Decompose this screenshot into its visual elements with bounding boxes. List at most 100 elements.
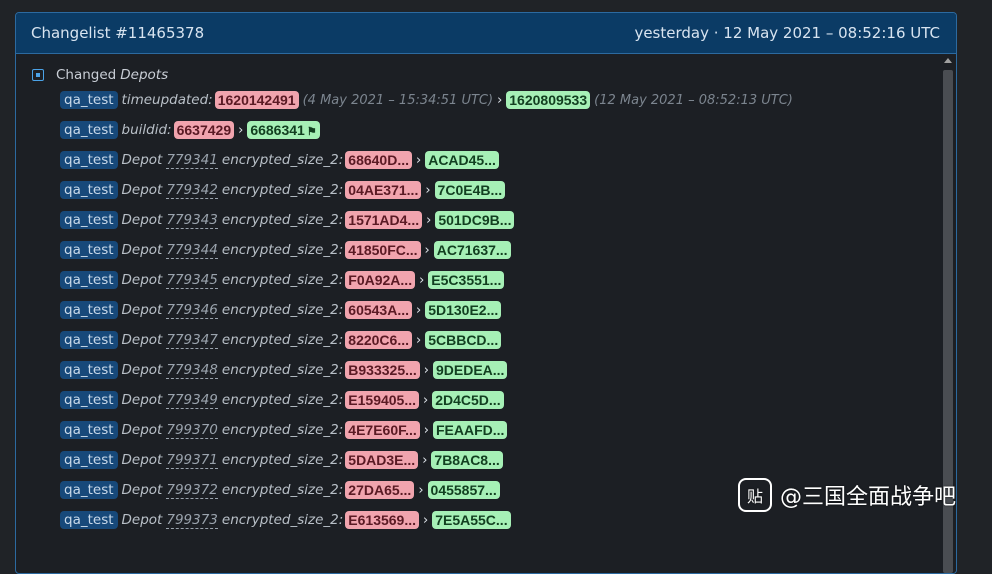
change-key: encrypted_size_2: — [221, 392, 344, 408]
change-key: encrypted_size_2: — [221, 422, 344, 438]
branch-tag: qa_test — [60, 511, 118, 529]
depot-id-link[interactable]: 779349 — [166, 392, 218, 409]
new-value[interactable]: 9DEDEA... — [432, 361, 508, 379]
change-key: encrypted_size_2: — [221, 212, 344, 228]
change-arrow: › — [416, 302, 422, 318]
new-value[interactable]: 501DC9B... — [435, 211, 515, 229]
new-value[interactable]: 6686341 ⚑ — [247, 121, 320, 139]
section-label: Changed — [56, 67, 117, 83]
depot-word: Depot — [121, 512, 163, 528]
old-value[interactable]: 8220C6... — [345, 331, 412, 349]
change-arrow: › — [497, 92, 503, 108]
depot-word: Depot — [121, 422, 163, 438]
branch-tag: qa_test — [60, 271, 118, 289]
scroll-up-icon[interactable] — [944, 58, 952, 63]
new-value[interactable]: E5C3551... — [428, 271, 505, 289]
depot-word: Depot — [121, 302, 163, 318]
change-row-depot: qa_test Depot 779347 encrypted_size_2: 8220C… — [32, 325, 940, 355]
new-value-text: 6686341 — [250, 122, 305, 138]
section-label-em: Depots — [120, 67, 169, 83]
depot-id-link[interactable]: 779341 — [166, 152, 218, 169]
watermark: 贴 @三国全面战争吧 — [738, 478, 956, 512]
branch-tag: qa_test — [60, 181, 118, 199]
flag-icon: ⚑ — [306, 126, 317, 138]
new-value[interactable]: AC71637... — [433, 241, 511, 259]
depot-id-link[interactable]: 779344 — [166, 242, 218, 259]
change-arrow: › — [419, 272, 425, 288]
old-value[interactable]: E159405... — [345, 391, 420, 409]
new-timestamp: (12 May 2021 – 08:52:13 UTC) — [594, 92, 793, 108]
depot-id-link[interactable]: 779346 — [166, 302, 218, 319]
change-row-depot: qa_test Depot 779348 encrypted_size_2: B9333… — [32, 355, 940, 385]
branch-tag: qa_test — [60, 151, 118, 169]
depot-word: Depot — [121, 242, 163, 258]
change-arrow: › — [423, 392, 429, 408]
change-row-depot: qa_test Depot 779349 encrypted_size_2: E1594… — [32, 385, 940, 415]
change-key: encrypted_size_2: — [221, 302, 344, 318]
depot-id-link[interactable]: 799373 — [166, 512, 218, 529]
changed-depots-header[interactable]: Changed Depots — [32, 67, 940, 83]
change-arrow: › — [425, 182, 431, 198]
depot-word: Depot — [121, 362, 163, 378]
change-arrow: › — [423, 422, 429, 438]
branch-tag: qa_test — [60, 481, 118, 499]
change-key: encrypted_size_2: — [221, 332, 344, 348]
old-value[interactable]: 5DAD3E... — [345, 451, 419, 469]
depot-rows: qa_test Depot 779341 encrypted_size_2: 68640… — [32, 145, 940, 535]
change-row-depot: qa_test Depot 779341 encrypted_size_2: 68640… — [32, 145, 940, 175]
collapse-toggle-icon[interactable] — [32, 69, 44, 81]
new-value[interactable]: 7E5A55C... — [432, 511, 511, 529]
old-value[interactable]: 27DA65... — [345, 481, 415, 499]
new-value[interactable]: 0455857... — [427, 481, 500, 499]
change-arrow: › — [423, 362, 429, 378]
change-row-depot: qa_test Depot 799371 encrypted_size_2: 5DAD3… — [32, 445, 940, 475]
new-value[interactable]: 5D130E2... — [425, 301, 502, 319]
depot-word: Depot — [121, 332, 163, 348]
change-arrow: › — [424, 242, 430, 258]
depot-word: Depot — [121, 392, 163, 408]
old-value[interactable]: 1571AD4... — [345, 211, 423, 229]
depot-id-link[interactable]: 779342 — [166, 182, 218, 199]
change-row-depot: qa_test Depot 779344 encrypted_size_2: 41850… — [32, 235, 940, 265]
depot-word: Depot — [121, 482, 163, 498]
new-value[interactable]: 2D4C5D... — [432, 391, 504, 409]
branch-tag: qa_test — [60, 421, 118, 439]
changelist-title[interactable]: Changelist #11465378 — [31, 24, 204, 42]
old-value[interactable]: B933325... — [345, 361, 420, 379]
depot-word: Depot — [121, 182, 163, 198]
change-row-depot: qa_test Depot 779345 encrypted_size_2: F0A92… — [32, 265, 940, 295]
change-key: encrypted_size_2: — [221, 242, 344, 258]
old-value[interactable]: E613569... — [345, 511, 420, 529]
old-value[interactable]: 4E7E60F... — [345, 421, 420, 439]
change-key: encrypted_size_2: — [221, 482, 344, 498]
depot-id-link[interactable]: 799371 — [166, 452, 218, 469]
changelist-time: yesterday · 12 May 2021 – 08:52:16 UTC — [634, 24, 940, 42]
new-value[interactable]: FEAAFD... — [432, 421, 508, 439]
branch-tag: qa_test — [60, 331, 118, 349]
old-value[interactable]: 41850FC... — [345, 241, 421, 259]
old-value[interactable]: 68640D... — [345, 151, 412, 169]
branch-tag: qa_test — [60, 391, 118, 409]
old-value[interactable]: 60543A... — [345, 301, 412, 319]
new-value[interactable]: 5CBBCD... — [425, 331, 502, 349]
depot-id-link[interactable]: 799372 — [166, 482, 218, 499]
depot-id-link[interactable]: 799370 — [166, 422, 218, 439]
new-value: 1620809533 — [506, 91, 591, 109]
change-key: encrypted_size_2: — [221, 182, 344, 198]
change-row-depot: qa_test Depot 779342 encrypted_size_2: 04AE3… — [32, 175, 940, 205]
change-key: encrypted_size_2: — [221, 452, 344, 468]
old-value[interactable]: F0A92A... — [345, 271, 416, 289]
depot-id-link[interactable]: 779343 — [166, 212, 218, 229]
new-value[interactable]: 7B8AC8... — [431, 451, 503, 469]
depot-id-link[interactable]: 779345 — [166, 272, 218, 289]
depot-word: Depot — [121, 452, 163, 468]
branch-tag: qa_test — [60, 361, 118, 379]
new-value[interactable]: ACAD45... — [425, 151, 499, 169]
depot-id-link[interactable]: 779348 — [166, 362, 218, 379]
watermark-text: @三国全面战争吧 — [780, 485, 957, 510]
change-key: timeupdated: — [121, 92, 213, 108]
change-key: encrypted_size_2: — [221, 272, 344, 288]
depot-id-link[interactable]: 779347 — [166, 332, 218, 349]
new-value[interactable]: 7C0E4B... — [434, 181, 506, 199]
old-value[interactable]: 04AE371... — [345, 181, 422, 199]
